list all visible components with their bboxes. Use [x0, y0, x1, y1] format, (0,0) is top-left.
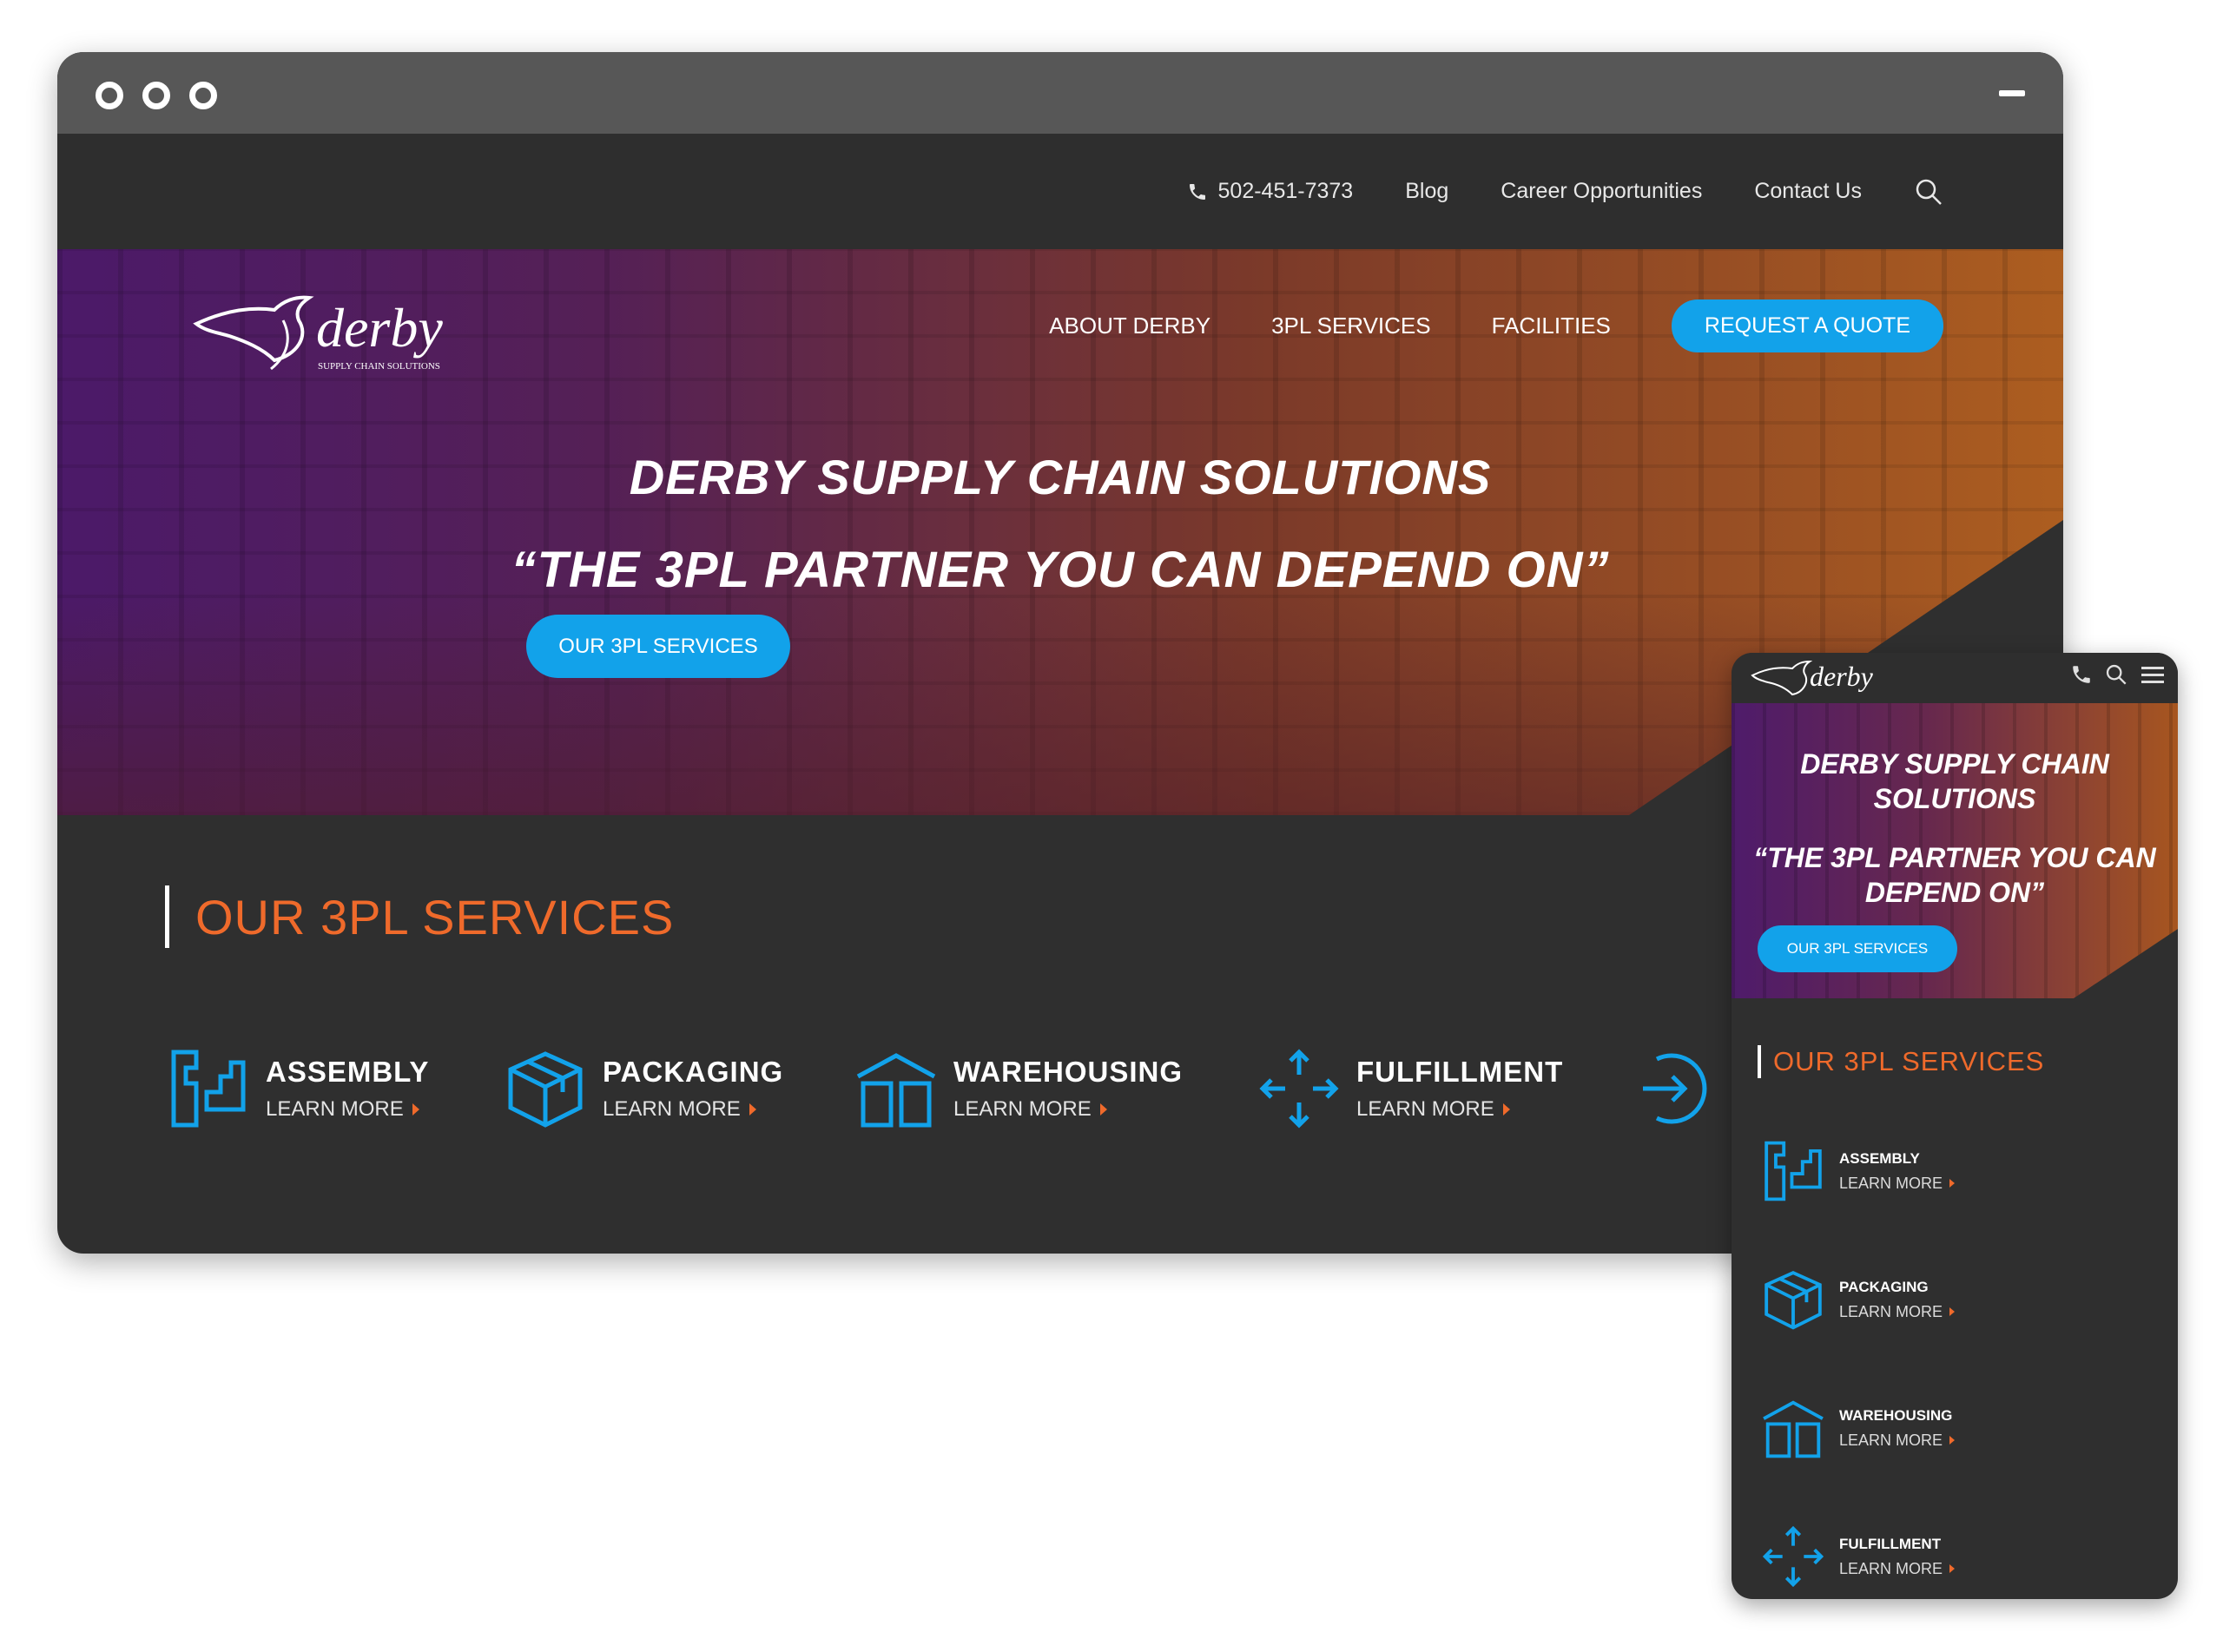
search-icon[interactable]: [2105, 663, 2127, 686]
arrows-icon: [1762, 1525, 1824, 1588]
minimize-icon[interactable]: [1999, 90, 2025, 96]
warehouse-icon: [1763, 1400, 1824, 1458]
learn-more-label: LEARN MORE: [1839, 1302, 1943, 1320]
learn-more-label: LEARN MORE: [1839, 1174, 1943, 1192]
heading-accent-bar: [1758, 1045, 1761, 1078]
mobile-service-packaging[interactable]: PACKAGING LEARN MORE: [1761, 1267, 1956, 1332]
hero-diagonal-cut: [2074, 929, 2178, 998]
mobile-services-heading: OUR 3PL SERVICES: [1758, 1045, 2044, 1078]
service-name: FULFILLMENT: [1356, 1056, 1564, 1088]
nav-facilities[interactable]: FACILITIES: [1492, 313, 1611, 339]
mobile-services-title: OUR 3PL SERVICES: [1773, 1046, 2045, 1076]
service-name: ASSEMBLY: [1839, 1149, 1920, 1167]
learn-more-link[interactable]: LEARN MORE: [1839, 1174, 1956, 1193]
learn-more-link[interactable]: LEARN MORE: [1839, 1559, 1956, 1578]
contact-link[interactable]: Contact Us: [1754, 179, 1862, 204]
nav-about[interactable]: ABOUT DERBY: [1049, 313, 1210, 339]
service-warehousing[interactable]: WAREHOUSING LEARN MORE: [854, 1047, 1183, 1130]
learn-more-link[interactable]: LEARN MORE: [1839, 1431, 1956, 1450]
main-navigation: ABOUT DERBY 3PL SERVICES FACILITIES REQU…: [1049, 299, 1943, 352]
svg-text:SUPPLY CHAIN SOLUTIONS: SUPPLY CHAIN SOLUTIONS: [318, 361, 440, 372]
services-heading: OUR 3PL SERVICES: [165, 885, 674, 948]
derby-logo[interactable]: derby SUPPLY CHAIN SOLUTIONS: [188, 286, 491, 381]
caret-right-icon: [1949, 1307, 1956, 1316]
service-name: WAREHOUSING: [1839, 1406, 1953, 1424]
service-name: PACKAGING: [603, 1056, 784, 1088]
mobile-hero: DERBY SUPPLY CHAIN SOLUTIONS “THE 3PL PA…: [1732, 703, 2178, 998]
phone-number: 502-451-7373: [1217, 179, 1354, 203]
svg-text:derby: derby: [1810, 661, 1874, 692]
caret-right-icon: [749, 1103, 756, 1116]
browser-titlebar: [57, 52, 2063, 134]
learn-more-link[interactable]: LEARN MORE: [1839, 1302, 1956, 1321]
mobile-services-button[interactable]: OUR 3PL SERVICES: [1758, 925, 1957, 972]
mobile-header: derby: [1732, 653, 2178, 703]
mobile-mockup: derby DERBY SUPPLY CHAIN SOLUTIONS “THE …: [1732, 653, 2178, 1599]
service-packaging[interactable]: PACKAGING LEARN MORE: [504, 1047, 783, 1130]
box-icon: [1765, 1271, 1822, 1330]
service-name: PACKAGING: [1839, 1278, 1929, 1295]
blog-link[interactable]: Blog: [1405, 179, 1448, 204]
search-icon[interactable]: [1914, 177, 1943, 207]
learn-more-label: LEARN MORE: [266, 1097, 404, 1121]
caret-right-icon: [1949, 1179, 1956, 1188]
arrows-icon: [1259, 1049, 1339, 1129]
request-quote-button[interactable]: REQUEST A QUOTE: [1671, 299, 1943, 352]
learn-more-label: LEARN MORE: [953, 1097, 1092, 1121]
box-icon: [508, 1051, 583, 1128]
phone-link[interactable]: 502-451-7373: [1187, 179, 1354, 204]
learn-more-link[interactable]: LEARN MORE: [266, 1097, 429, 1122]
caret-right-icon: [1949, 1564, 1956, 1573]
careers-link[interactable]: Career Opportunities: [1501, 179, 1702, 204]
nav-services[interactable]: 3PL SERVICES: [1271, 313, 1431, 339]
learn-more-label: LEARN MORE: [1839, 1559, 1943, 1577]
service-name: FULFILLMENT: [1839, 1535, 1942, 1552]
service-name: ASSEMBLY: [266, 1056, 430, 1088]
learn-more-label: LEARN MORE: [603, 1097, 741, 1121]
assembly-icon: [171, 1050, 246, 1128]
service-name: WAREHOUSING: [953, 1056, 1184, 1088]
caret-right-icon: [1949, 1436, 1956, 1445]
arrow-right-circle-icon[interactable]: [1631, 1047, 1714, 1130]
our-services-button[interactable]: OUR 3PL SERVICES: [526, 615, 790, 678]
learn-more-label: LEARN MORE: [1839, 1431, 1943, 1449]
utility-bar: 502-451-7373 Blog Career Opportunities C…: [57, 134, 2063, 249]
window-control-maximize[interactable]: [189, 82, 217, 109]
mobile-hero-title: DERBY SUPPLY CHAIN SOLUTIONS: [1800, 748, 2109, 814]
window-control-minimize[interactable]: [142, 82, 170, 109]
learn-more-link[interactable]: LEARN MORE: [953, 1097, 1183, 1122]
service-assembly[interactable]: ASSEMBLY LEARN MORE: [167, 1047, 429, 1130]
derby-logo[interactable]: derby: [1749, 656, 1896, 701]
mobile-service-assembly[interactable]: ASSEMBLY LEARN MORE: [1761, 1139, 1956, 1203]
heading-accent-bar: [165, 885, 169, 948]
mobile-hero-subtitle: “THE 3PL PARTNER YOU CAN DEPEND ON”: [1753, 842, 2156, 908]
phone-icon[interactable]: [2070, 663, 2093, 686]
phone-icon: [1189, 183, 1205, 200]
learn-more-link[interactable]: LEARN MORE: [1356, 1097, 1563, 1122]
services-title: OUR 3PL SERVICES: [195, 889, 675, 944]
mobile-service-warehousing[interactable]: WAREHOUSING LEARN MORE: [1761, 1396, 1956, 1460]
svg-text:derby: derby: [316, 297, 443, 359]
learn-more-link[interactable]: LEARN MORE: [603, 1097, 783, 1122]
hero-subtitle: “THE 3PL PARTNER YOU CAN DEPEND ON”: [511, 542, 1610, 598]
learn-more-label: LEARN MORE: [1356, 1097, 1494, 1121]
assembly-icon: [1765, 1141, 1822, 1201]
hero-title: DERBY SUPPLY CHAIN SOLUTIONS: [629, 450, 1492, 504]
service-fulfillment[interactable]: FULFILLMENT LEARN MORE: [1257, 1047, 1563, 1130]
caret-right-icon: [1502, 1103, 1510, 1116]
menu-icon[interactable]: [2140, 663, 2166, 686]
caret-right-icon: [412, 1103, 419, 1116]
caret-right-icon: [1099, 1103, 1107, 1116]
mobile-service-fulfillment[interactable]: FULFILLMENT LEARN MORE: [1761, 1524, 1956, 1589]
warehouse-icon: [856, 1053, 936, 1128]
window-control-close[interactable]: [96, 82, 123, 109]
